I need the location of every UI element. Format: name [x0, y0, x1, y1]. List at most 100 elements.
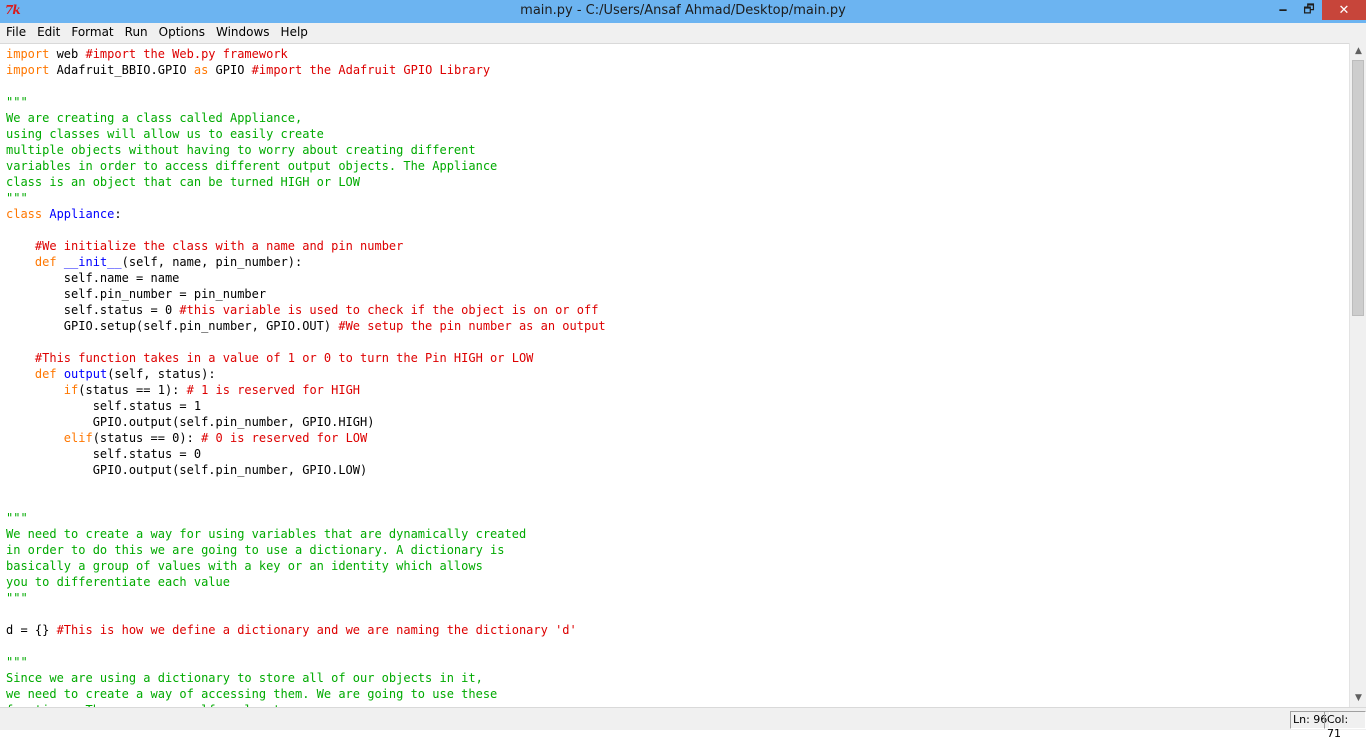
code-token: if — [63, 383, 79, 397]
code-line[interactable]: """ — [6, 190, 606, 206]
code-line[interactable]: def output(self, status): — [6, 366, 606, 382]
code-line[interactable] — [6, 494, 606, 510]
code-token: """ — [6, 191, 28, 205]
minimize-button[interactable]: 🗕 — [1270, 0, 1296, 20]
code-line[interactable]: class is an object that can be turned HI… — [6, 174, 606, 190]
code-line[interactable]: variables in order to access different o… — [6, 158, 606, 174]
menu-file[interactable]: File — [0, 23, 31, 43]
code-token: def — [34, 367, 57, 381]
code-token: #import the Adafruit GPIO Library — [251, 63, 491, 77]
code-line[interactable]: self.status = 1 — [6, 398, 606, 414]
code-line[interactable]: """ — [6, 94, 606, 110]
menu-edit[interactable]: Edit — [31, 23, 65, 43]
code-token: GPIO.output(self.pin_number, GPIO.HIGH) — [6, 415, 375, 429]
code-token: """ — [6, 591, 28, 605]
status-bar: Ln: 96 Col: 71 — [0, 707, 1366, 740]
code-line[interactable]: self.pin_number = pin_number — [6, 286, 606, 302]
menu-help[interactable]: Help — [275, 23, 313, 43]
code-token: self.status = 1 — [6, 399, 202, 413]
code-token: import — [6, 63, 50, 77]
code-line[interactable]: if(status == 1): # 1 is reserved for HIG… — [6, 382, 606, 398]
code-token: (self, status): — [107, 367, 216, 381]
scroll-down-arrow-icon[interactable]: ▼ — [1350, 690, 1366, 707]
code-line[interactable] — [6, 334, 606, 350]
code-line[interactable]: GPIO.setup(self.pin_number, GPIO.OUT) #W… — [6, 318, 606, 334]
code-token: as — [193, 63, 209, 77]
menu-options[interactable]: Options — [153, 23, 210, 43]
vertical-scrollbar[interactable]: ▲ ▼ — [1349, 43, 1366, 707]
scroll-up-arrow-icon[interactable]: ▲ — [1350, 43, 1366, 60]
title-bar[interactable]: 7k main.py - C:/Users/Ansaf Ahmad/Deskto… — [0, 0, 1366, 23]
code-line[interactable]: d = {} #This is how we define a dictiona… — [6, 622, 606, 638]
code-line[interactable]: import web #import the Web.py framework — [6, 46, 606, 62]
code-line[interactable] — [6, 638, 606, 654]
code-line[interactable]: multiple objects without having to worry… — [6, 142, 606, 158]
code-line[interactable]: We are creating a class called Appliance… — [6, 110, 606, 126]
code-text-area[interactable]: import web #import the Web.py framework i… — [6, 46, 606, 708]
code-token: basically a group of values with a key o… — [6, 559, 483, 573]
code-line[interactable]: class Appliance: — [6, 206, 606, 222]
code-line[interactable] — [6, 78, 606, 94]
code-line[interactable]: GPIO.output(self.pin_number, GPIO.LOW) — [6, 462, 606, 478]
code-token: self.pin_number = pin_number — [6, 287, 267, 301]
code-token: GPIO.setup(self.pin_number, GPIO.OUT) — [6, 319, 339, 333]
code-line[interactable]: #This function takes in a value of 1 or … — [6, 350, 606, 366]
code-editor[interactable]: import web #import the Web.py framework i… — [0, 43, 1349, 708]
code-token: # 0 is reserved for LOW — [201, 431, 368, 445]
code-line[interactable]: GPIO.output(self.pin_number, GPIO.HIGH) — [6, 414, 606, 430]
code-token: multiple objects without having to worry… — [6, 143, 476, 157]
code-token: def — [34, 255, 57, 269]
code-token: using classes will allow us to easily cr… — [6, 127, 324, 141]
code-token: output — [63, 367, 108, 381]
code-line[interactable]: Since we are using a dictionary to store… — [6, 670, 606, 686]
code-token: """ — [6, 655, 28, 669]
menu-bar: File Edit Format Run Options Windows Hel… — [0, 23, 1366, 43]
menu-format[interactable]: Format — [65, 23, 118, 43]
code-token: Adafruit_BBIO.GPIO — [49, 63, 194, 77]
code-token: variables in order to access different o… — [6, 159, 498, 173]
code-token: (self, name, pin_number): — [121, 255, 303, 269]
code-line[interactable]: #We initialize the class with a name and… — [6, 238, 606, 254]
menu-run[interactable]: Run — [119, 23, 153, 43]
code-token: #This function takes in a value of 1 or … — [34, 351, 534, 365]
scrollbar-thumb[interactable] — [1352, 60, 1364, 316]
code-token: (status == 0): — [92, 431, 202, 445]
code-line[interactable]: """ — [6, 510, 606, 526]
code-line[interactable]: import Adafruit_BBIO.GPIO as GPIO #impor… — [6, 62, 606, 78]
code-line[interactable]: """ — [6, 590, 606, 606]
code-token: """ — [6, 95, 28, 109]
code-token: # 1 is reserved for HIGH — [186, 383, 361, 397]
code-token: #this variable is used to check if the o… — [179, 303, 599, 317]
code-line[interactable] — [6, 606, 606, 622]
code-line[interactable] — [6, 222, 606, 238]
code-line[interactable]: we need to create a way of accessing the… — [6, 686, 606, 702]
code-line[interactable]: We need to create a way for using variab… — [6, 526, 606, 542]
restore-button[interactable]: 🗗 — [1296, 0, 1322, 20]
code-token: We are creating a class called Appliance… — [6, 111, 303, 125]
menu-windows[interactable]: Windows — [210, 23, 275, 43]
code-line[interactable]: you to differentiate each value — [6, 574, 606, 590]
code-token: d = {} — [6, 623, 57, 637]
code-line[interactable]: self.status = 0 #this variable is used t… — [6, 302, 606, 318]
code-line[interactable] — [6, 478, 606, 494]
close-button[interactable]: ✕ — [1322, 0, 1366, 20]
code-line[interactable]: self.status = 0 — [6, 446, 606, 462]
code-line[interactable]: """ — [6, 654, 606, 670]
code-line[interactable]: basically a group of values with a key o… — [6, 558, 606, 574]
code-line[interactable]: def __init__(self, name, pin_number): — [6, 254, 606, 270]
code-token: """ — [6, 511, 28, 525]
code-line[interactable]: in order to do this we are going to use … — [6, 542, 606, 558]
code-token: #We initialize the class with a name and… — [34, 239, 404, 253]
code-line[interactable]: self.name = name — [6, 270, 606, 286]
code-token: __init__ — [63, 255, 122, 269]
code-token: self.status = 0 — [6, 303, 180, 317]
column-number-indicator: Col: 71 — [1324, 711, 1366, 740]
code-line[interactable]: using classes will allow us to easily cr… — [6, 126, 606, 142]
code-token: We need to create a way for using variab… — [6, 527, 527, 541]
code-token: #import the Web.py framework — [85, 47, 288, 61]
code-line[interactable]: elif(status == 0): # 0 is reserved for L… — [6, 430, 606, 446]
